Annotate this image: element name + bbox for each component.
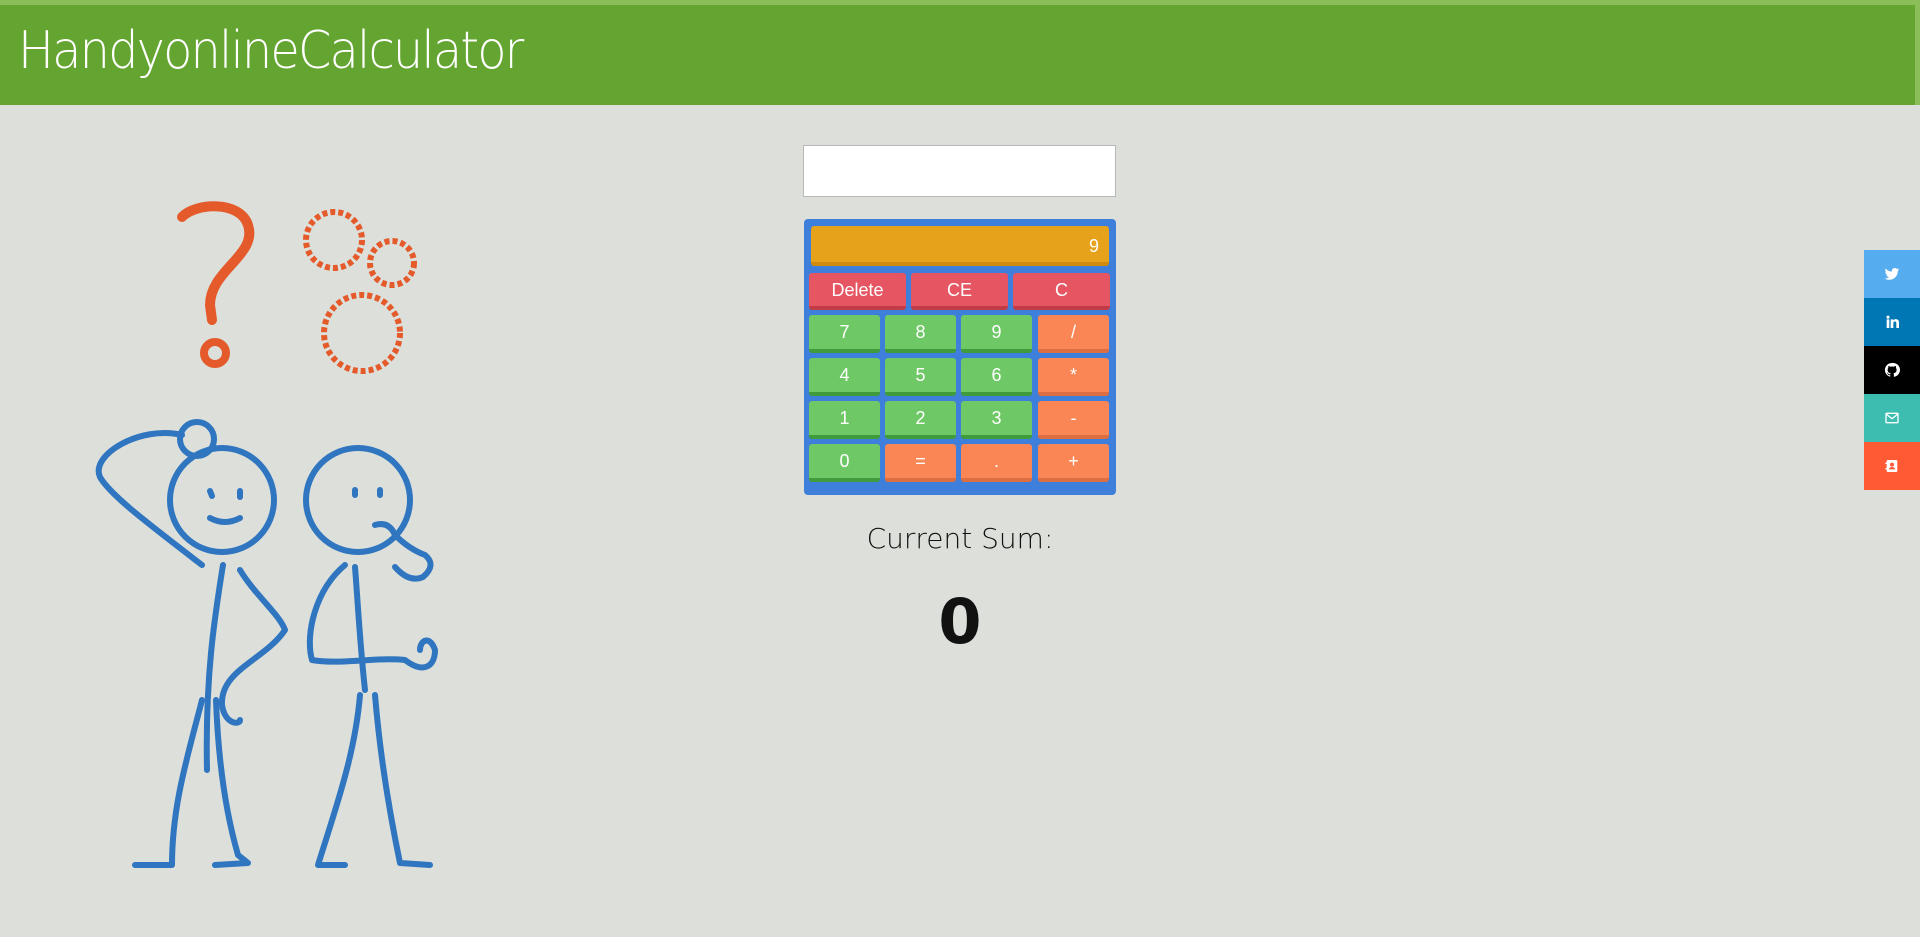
current-sum-value: 0 xyxy=(938,585,982,658)
key-0-button[interactable]: 0 xyxy=(809,444,880,482)
person-right-figure xyxy=(303,445,438,868)
current-sum-label: Current Sum: xyxy=(866,522,1054,555)
subtract-button[interactable]: - xyxy=(1038,401,1109,439)
twitter-link[interactable] xyxy=(1864,250,1920,298)
person-left-figure xyxy=(95,419,288,868)
key-3-button[interactable]: 3 xyxy=(961,401,1032,439)
github-link[interactable] xyxy=(1864,346,1920,394)
key-8-button[interactable]: 8 xyxy=(885,315,956,353)
key-4-button[interactable]: 4 xyxy=(809,358,880,396)
key-5-button[interactable]: 5 xyxy=(885,358,956,396)
multiply-button[interactable]: * xyxy=(1038,358,1109,396)
gear-icon xyxy=(303,209,417,374)
linkedin-icon xyxy=(1886,315,1899,328)
key-9-button[interactable]: 9 xyxy=(961,315,1032,353)
contact-card-icon xyxy=(1885,460,1898,472)
calculator-display: 9 xyxy=(811,226,1109,266)
twitter-icon xyxy=(1884,268,1900,280)
key-7-button[interactable]: 7 xyxy=(809,315,880,353)
divide-button[interactable]: / xyxy=(1038,315,1109,353)
add-button[interactable]: + xyxy=(1038,444,1109,482)
email-link[interactable] xyxy=(1864,394,1920,442)
clear-entry-button[interactable]: CE xyxy=(911,273,1008,310)
clear-button[interactable]: C xyxy=(1013,273,1110,310)
site-header: HandyonlineCalculator xyxy=(0,5,1915,105)
header-edge xyxy=(1915,5,1920,105)
delete-button[interactable]: Delete xyxy=(809,273,906,310)
contact-link[interactable] xyxy=(1864,442,1920,490)
equals-button[interactable]: = xyxy=(885,444,956,482)
decimal-button[interactable]: . xyxy=(961,444,1032,482)
key-2-button[interactable]: 2 xyxy=(885,401,956,439)
thinking-people-illustration xyxy=(95,201,438,868)
key-6-button[interactable]: 6 xyxy=(961,358,1032,396)
email-icon xyxy=(1885,412,1899,424)
key-1-button[interactable]: 1 xyxy=(809,401,880,439)
calculator-panel: 9 Delete CE C 7 8 9 / 4 5 6 * 1 2 3 - 0 … xyxy=(804,219,1116,495)
site-title[interactable]: HandyonlineCalculator xyxy=(18,21,524,81)
github-icon xyxy=(1884,362,1900,377)
expression-input[interactable] xyxy=(803,145,1116,197)
linkedin-link[interactable] xyxy=(1864,298,1920,346)
question-mark-icon xyxy=(177,201,255,368)
